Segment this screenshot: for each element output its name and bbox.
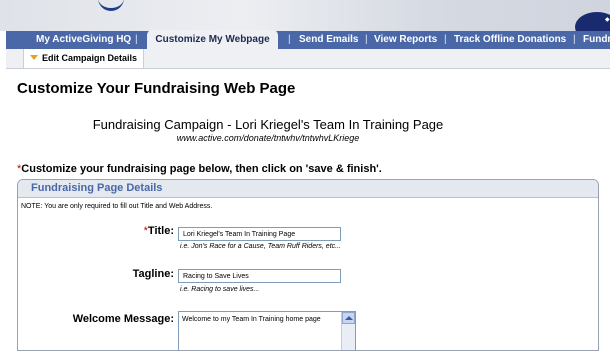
welcome-message-label: Welcome Message: xyxy=(72,313,174,325)
subtab-label: Edit Campaign Details xyxy=(42,53,138,63)
tab-fundraising[interactable]: Fundr xyxy=(583,31,610,49)
welcome-message-textarea[interactable]: Welcome to my Team In Training home page xyxy=(178,311,356,350)
fundraising-page-details-panel: Fundraising Page Details NOTE: You are o… xyxy=(17,179,599,351)
welcome-message-text: Welcome to my Team In Training home page xyxy=(182,316,321,323)
scroll-up-button[interactable] xyxy=(342,312,355,324)
tagline-hint: i.e. Racing to save lives... xyxy=(180,286,260,293)
tab-customize-my-webpage[interactable]: Customize My Webpage xyxy=(147,30,278,49)
instructions-text: Customize your fundraising page below, t… xyxy=(21,163,382,175)
nav-separator: | xyxy=(444,34,447,45)
chevron-up-icon xyxy=(345,316,353,320)
tagline-input[interactable]: Racing to Save Lives xyxy=(178,269,341,283)
logo-swoosh-icon xyxy=(98,0,124,11)
instructions: *Customize your fundraising page below, … xyxy=(17,163,382,175)
title-label: *Title: xyxy=(144,225,174,237)
nav-separator: | xyxy=(573,34,576,45)
campaign-url: www.active.com/donate/tntwhv/tntwhvLKrie… xyxy=(176,133,360,143)
nav-separator: | xyxy=(288,34,291,45)
campaign-title: Fundraising Campaign - Lori Kriegel's Te… xyxy=(92,117,444,132)
page-title: Customize Your Fundraising Web Page xyxy=(17,80,296,97)
triangle-down-icon xyxy=(30,55,38,60)
panel-heading: Fundraising Page Details xyxy=(31,182,163,194)
subtab-edit-campaign-details[interactable]: Edit Campaign Details xyxy=(23,49,145,68)
tab-customize-my-webpage-label: Customize My Webpage xyxy=(155,34,270,45)
tab-view-reports[interactable]: View Reports xyxy=(374,31,437,49)
title-label-text: Title: xyxy=(147,225,174,237)
panel-header: Fundraising Page Details xyxy=(18,180,598,198)
textarea-scrollbar[interactable] xyxy=(341,312,355,350)
title-hint: i.e. Jon's Race for a Cause, Team Ruff R… xyxy=(180,243,341,250)
tagline-label: Tagline: xyxy=(132,268,174,280)
nav-separator: | xyxy=(135,34,138,45)
tab-send-emails[interactable]: Send Emails xyxy=(299,31,358,49)
tab-my-activegiving-hq[interactable]: My ActiveGiving HQ xyxy=(36,31,131,49)
title-input[interactable]: Lori Kriegel's Team In Training Page xyxy=(178,227,341,241)
tab-track-offline-donations[interactable]: Track Offline Donations xyxy=(454,31,566,49)
required-note: NOTE: You are only required to fill out … xyxy=(21,203,213,210)
nav-separator: | xyxy=(365,34,368,45)
header-banner: ◆ xyxy=(0,0,610,42)
